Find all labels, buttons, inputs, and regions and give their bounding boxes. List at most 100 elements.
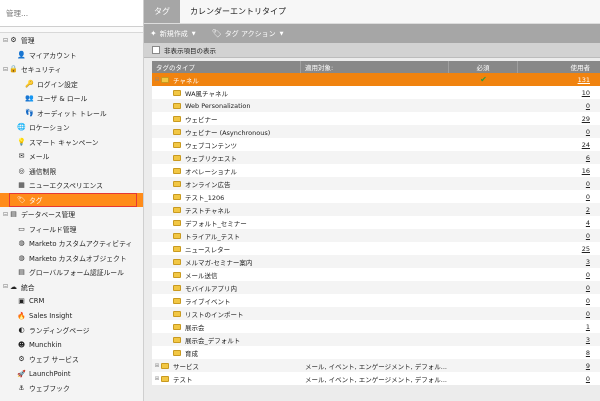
sidebar-item[interactable]: 🔑 ログイン設定 bbox=[0, 77, 143, 92]
sidebar-item[interactable]: ✉ メール bbox=[0, 149, 143, 164]
expand-toggle-icon[interactable]: ⊞ bbox=[154, 376, 160, 382]
cell-used-by: 0 bbox=[518, 372, 600, 385]
sidebar-item[interactable]: ▦ ニューエクスペリエンス bbox=[0, 178, 143, 193]
tag-icon bbox=[173, 349, 181, 356]
table-row[interactable]: トライアル_テスト 0 bbox=[152, 229, 600, 242]
used-by-link[interactable]: 3 bbox=[586, 258, 590, 266]
used-by-link[interactable]: 1 bbox=[586, 323, 590, 331]
used-by-link[interactable]: 16 bbox=[582, 167, 590, 175]
sidebar-item[interactable]: ⚓ ウェブフック bbox=[0, 381, 143, 396]
used-by-link[interactable]: 0 bbox=[586, 232, 590, 240]
used-by-link[interactable]: 4 bbox=[586, 219, 590, 227]
column-header-tag-type[interactable]: タグのタイプ bbox=[152, 61, 301, 73]
used-by-link[interactable]: 0 bbox=[586, 284, 590, 292]
table-row[interactable]: ⊟ チャネル ✔ 131 bbox=[152, 73, 600, 86]
tab-tags[interactable]: タグ bbox=[144, 0, 180, 23]
table-row[interactable]: オンライン広告 0 bbox=[152, 177, 600, 190]
collapse-toggle-icon[interactable]: ⊟ bbox=[2, 37, 9, 44]
used-by-link[interactable]: 8 bbox=[586, 349, 590, 357]
collapse-toggle-icon[interactable]: ⊟ bbox=[2, 211, 9, 218]
sidebar-item[interactable]: ⊟ ☁ 統合 bbox=[0, 280, 143, 295]
table-row[interactable]: テストチャネル 2 bbox=[152, 203, 600, 216]
used-by-link[interactable]: 2 bbox=[586, 206, 590, 214]
checkbox-icon[interactable] bbox=[152, 46, 160, 54]
used-by-link[interactable]: 0 bbox=[586, 375, 590, 383]
sidebar-item-label: メール bbox=[29, 153, 50, 162]
sidebar-item[interactable]: ⚙ ウェブ サービス bbox=[0, 352, 143, 367]
table-row[interactable]: Web Personalization 0 bbox=[152, 99, 600, 112]
page-icon: ◐ bbox=[18, 326, 25, 335]
table-row[interactable]: ニュースレター 25 bbox=[152, 242, 600, 255]
used-by-link[interactable]: 0 bbox=[586, 193, 590, 201]
used-by-link[interactable]: 0 bbox=[586, 128, 590, 136]
cell-tag-type: リストのインポート bbox=[152, 307, 301, 320]
column-header-used-by[interactable]: 使用者 bbox=[518, 61, 600, 73]
column-header-applies-to[interactable]: 適用対象: bbox=[301, 61, 449, 73]
tag-actions-button[interactable]: 🏷 タグ アクション ▼ bbox=[212, 29, 284, 39]
collapse-toggle-icon[interactable]: ⊟ bbox=[2, 66, 9, 73]
used-by-link[interactable]: 10 bbox=[582, 89, 590, 97]
table-row[interactable]: ⊞ テスト メール, イベント, エンゲージメント, デフォル... 0 bbox=[152, 372, 600, 385]
table-row[interactable]: ウェビナー (Asynchronous) 0 bbox=[152, 125, 600, 138]
sidebar-item[interactable]: ◍ Marketo カスタムオブジェクト bbox=[0, 251, 143, 266]
used-by-link[interactable]: 29 bbox=[582, 115, 590, 123]
table-row[interactable]: デフォルト_セミナー 4 bbox=[152, 216, 600, 229]
table-row[interactable]: WA風チャネル 10 bbox=[152, 86, 600, 99]
tag-name: メール送信 bbox=[185, 271, 218, 280]
table-row[interactable]: リストのインポート 0 bbox=[152, 307, 600, 320]
used-by-link[interactable]: 131 bbox=[578, 76, 590, 84]
sidebar-item[interactable]: 💡 スマート キャンペーン bbox=[0, 135, 143, 150]
sidebar-item[interactable]: ⊟ 🔒 セキュリティ bbox=[0, 62, 143, 77]
used-by-link[interactable]: 24 bbox=[582, 141, 590, 149]
table-row[interactable]: ライブイベント 0 bbox=[152, 294, 600, 307]
used-by-link[interactable]: 25 bbox=[582, 245, 590, 253]
expand-toggle-icon[interactable]: ⊟ bbox=[154, 77, 160, 83]
used-by-link[interactable]: 0 bbox=[586, 297, 590, 305]
tab-calendar-entry-types[interactable]: カレンダーエントリタイプ bbox=[180, 0, 296, 23]
collapse-toggle-icon[interactable]: ⊟ bbox=[2, 283, 9, 290]
cell-applies-to bbox=[301, 112, 449, 125]
sidebar-item[interactable]: ◍ Marketo カスタムアクティビティ bbox=[0, 236, 143, 251]
show-hidden-toggle[interactable]: 非表示項目の表示 bbox=[144, 43, 600, 58]
used-by-link[interactable]: 6 bbox=[586, 154, 590, 162]
sidebar-item[interactable]: 👣 オーディット トレール bbox=[0, 106, 143, 121]
table-row[interactable]: 育成 8 bbox=[152, 346, 600, 359]
table-row[interactable]: ウェブリクエスト 6 bbox=[152, 151, 600, 164]
new-button[interactable]: ✦ 新規作成 ▼ bbox=[150, 29, 196, 39]
sidebar-item[interactable]: 🏷 タグ bbox=[0, 192, 143, 207]
sidebar-item[interactable]: ☻ Munchkin bbox=[0, 338, 143, 353]
sidebar-item[interactable]: ◐ ランディングページ bbox=[0, 323, 143, 338]
table-row[interactable]: ウェビナー 29 bbox=[152, 112, 600, 125]
table-row[interactable]: ⊞ サービス メール, イベント, エンゲージメント, デフォル... 9 bbox=[152, 359, 600, 372]
sidebar-item[interactable]: ⊟ ▤ データベース管理 bbox=[0, 207, 143, 222]
sidebar-item[interactable]: ⊟ ⚙ 管理 bbox=[0, 33, 143, 48]
used-by-link[interactable]: 0 bbox=[586, 310, 590, 318]
table-row[interactable]: テスト_1206 0 bbox=[152, 190, 600, 203]
sidebar-item[interactable]: 👥 ユーザ & ロール bbox=[0, 91, 143, 106]
table-row[interactable]: オペレーショナル 16 bbox=[152, 164, 600, 177]
sidebar-item[interactable]: 👤 マイアカウント bbox=[0, 48, 143, 63]
used-by-link[interactable]: 0 bbox=[586, 180, 590, 188]
used-by-link[interactable]: 9 bbox=[586, 362, 590, 370]
sidebar-item[interactable]: ▤ グローバルフォーム認証ルール bbox=[0, 265, 143, 280]
column-header-required[interactable]: 必須 bbox=[449, 61, 518, 73]
sidebar-item[interactable]: ▭ フィールド管理 bbox=[0, 222, 143, 237]
used-by-link[interactable]: 0 bbox=[586, 102, 590, 110]
tag-name: ウェブコンテンツ bbox=[185, 141, 237, 150]
sidebar-item[interactable]: ▣ CRM bbox=[0, 294, 143, 309]
cell-tag-type: ⊞ サービス bbox=[152, 359, 301, 372]
sidebar-item[interactable]: ◎ 通信制限 bbox=[0, 164, 143, 179]
used-by-link[interactable]: 0 bbox=[586, 271, 590, 279]
table-row[interactable]: メルマガ-セミナー案内 3 bbox=[152, 255, 600, 268]
table-row[interactable]: 展示会_デフォルト 3 bbox=[152, 333, 600, 346]
used-by-link[interactable]: 3 bbox=[586, 336, 590, 344]
search-input[interactable] bbox=[4, 7, 128, 19]
table-row[interactable]: 展示会 1 bbox=[152, 320, 600, 333]
expand-toggle-icon[interactable]: ⊞ bbox=[154, 363, 160, 369]
sidebar-item[interactable]: 🌐 ロケーション bbox=[0, 120, 143, 135]
table-row[interactable]: モバイルアプリ内 0 bbox=[152, 281, 600, 294]
sidebar-item[interactable]: 🚀 LaunchPoint bbox=[0, 367, 143, 382]
sidebar-item[interactable]: 🔥 Sales Insight bbox=[0, 309, 143, 324]
table-row[interactable]: メール送信 0 bbox=[152, 268, 600, 281]
table-row[interactable]: ウェブコンテンツ 24 bbox=[152, 138, 600, 151]
